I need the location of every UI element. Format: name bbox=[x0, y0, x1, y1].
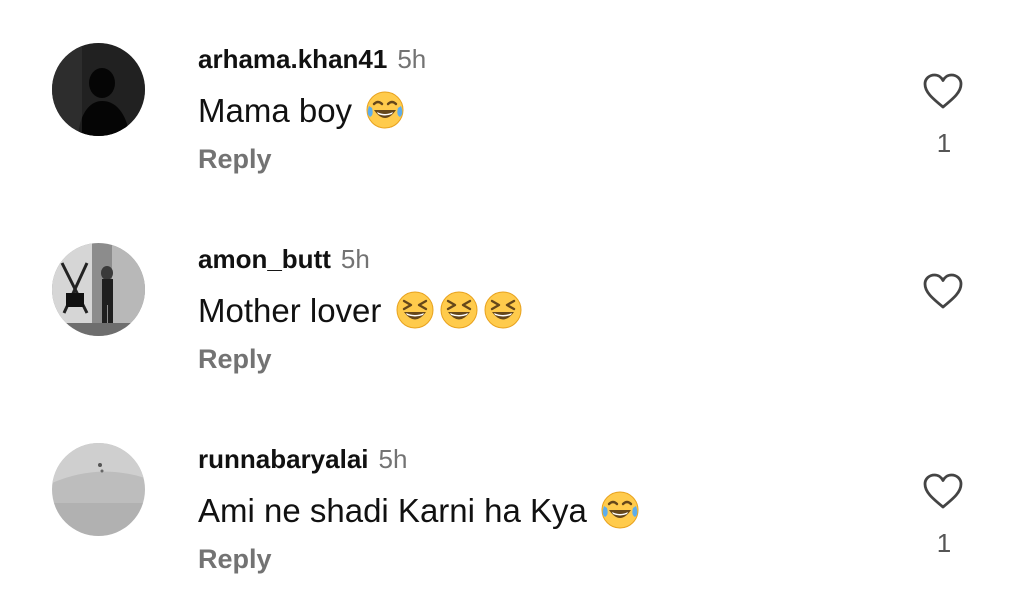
avatar[interactable] bbox=[52, 243, 145, 336]
username[interactable]: runnabaryalai bbox=[198, 444, 369, 474]
comment-time: 5h bbox=[340, 244, 370, 274]
comment-body: Mama boy bbox=[198, 92, 353, 129]
like-heart-icon[interactable] bbox=[922, 72, 964, 110]
avatar[interactable] bbox=[52, 43, 145, 136]
like-heart-icon[interactable] bbox=[922, 472, 964, 510]
comment-header: runnabaryalai 5h bbox=[198, 444, 407, 474]
comment-text: Mother lover bbox=[198, 290, 523, 331]
like-heart-icon[interactable] bbox=[922, 272, 964, 310]
comment-header: arhama.khan41 5h bbox=[198, 44, 426, 74]
avatar[interactable] bbox=[52, 443, 145, 536]
like-count: 1 bbox=[936, 128, 952, 158]
comment-body: Mother lover bbox=[198, 292, 382, 329]
comment-item: runnabaryalai 5h Ami ne shadi Karni ha Ky… bbox=[0, 400, 1024, 600]
comment-text: Ami ne shadi Karni ha Kya bbox=[198, 490, 640, 531]
grinning-squinting-emoji-icon bbox=[484, 291, 522, 329]
tears-of-joy-emoji-icon bbox=[601, 491, 639, 529]
comment-header: amon_butt 5h bbox=[198, 244, 370, 274]
comment-item: amon_butt 5h Mother lover Reply bbox=[0, 200, 1024, 400]
comment-text: Mama boy bbox=[198, 90, 405, 131]
comment-body: Ami ne shadi Karni ha Kya bbox=[198, 492, 587, 529]
grinning-squinting-emoji-icon bbox=[440, 291, 478, 329]
comment-time: 5h bbox=[397, 44, 427, 74]
grinning-squinting-emoji-icon bbox=[396, 291, 434, 329]
like-count: 1 bbox=[936, 528, 952, 558]
username[interactable]: arhama.khan41 bbox=[198, 44, 387, 74]
comment-item: arhama.khan41 5h Mama boy Reply 1 bbox=[0, 0, 1024, 200]
reply-button[interactable]: Reply bbox=[198, 543, 272, 575]
tears-of-joy-emoji-icon bbox=[366, 91, 404, 129]
username[interactable]: amon_butt bbox=[198, 244, 331, 274]
reply-button[interactable]: Reply bbox=[198, 143, 272, 175]
comment-time: 5h bbox=[378, 444, 408, 474]
reply-button[interactable]: Reply bbox=[198, 343, 272, 375]
